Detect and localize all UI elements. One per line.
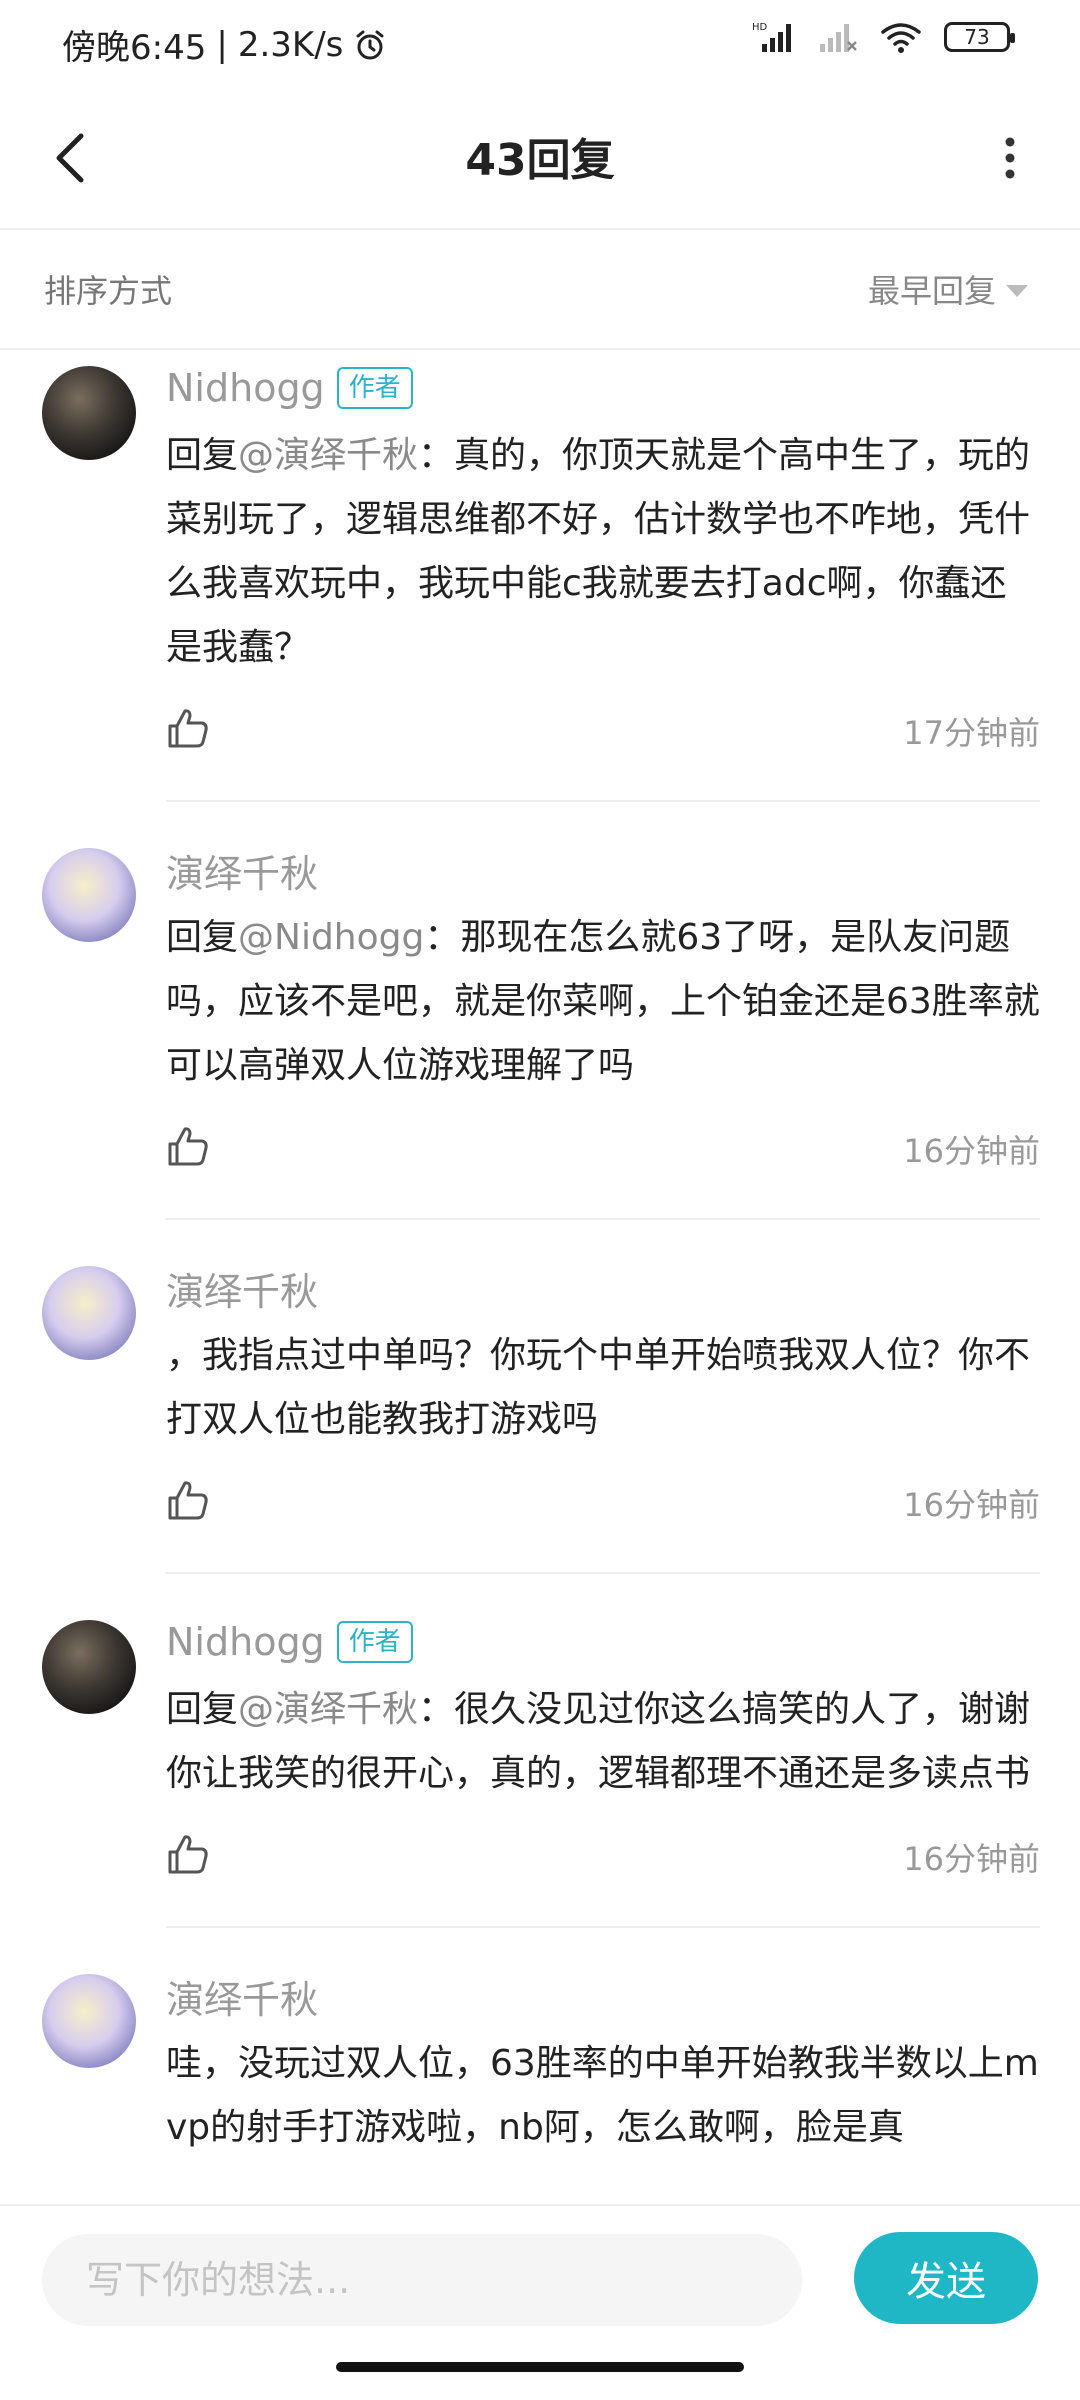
comment-time: 16分钟前 [903,1486,1040,1524]
avatar[interactable] [42,1620,136,1714]
avatar[interactable] [42,1266,136,1360]
reply-prefix: 回复 [166,917,239,958]
signal-icon [820,24,857,52]
alarm-icon [356,30,384,59]
status-left: 傍晚6:45 | 2.3K/s [62,20,387,69]
username[interactable]: Nidhogg [166,366,325,410]
author-badge: 作者 [336,1621,413,1663]
username[interactable]: 演绎千秋 [166,1969,318,2024]
author-badge: 作者 [336,367,413,409]
username[interactable]: 演绎千秋 [166,1261,318,1316]
sort-selected-value: 最早回复 [867,272,996,310]
avatar[interactable] [42,848,136,942]
home-indicator[interactable] [336,2362,744,2372]
comment-header: 演绎千秋 [166,1260,1040,1316]
sort-bar: 排序方式 最早回复 [0,230,1080,350]
network-speed: 2.3K/s [237,24,344,65]
comment-meta: 17分钟前 [166,700,1040,760]
comment-header: 演绎千秋 [166,842,1040,898]
avatar[interactable] [42,366,136,460]
nav-bar: 43回复 [0,84,1080,230]
avatar[interactable] [42,1974,136,2068]
reply-prefix: 回复 [166,1689,239,1730]
caret-down-icon [1006,285,1028,297]
sort-label: 排序方式 [44,272,173,310]
thumbs-up-icon[interactable] [166,706,210,750]
thumbs-up-icon[interactable] [166,1478,210,1522]
comment-time: 17分钟前 [903,714,1040,752]
battery-icon: 73 [944,22,1015,52]
status-time: 傍晚6:45 [62,28,207,68]
comment-meta: 16分钟前 [166,1826,1040,1886]
comment-text[interactable]: ，我指点过中单吗？你玩个中单开始喷我双人位？你不打双人位也能教我打游戏吗 [166,1324,1040,1452]
mention-link[interactable]: @Nidhogg [238,917,424,958]
more-options-button[interactable] [980,118,1040,198]
comment-header: Nidhogg 作者 [166,1614,1040,1670]
more-vertical-icon [1005,137,1015,179]
comment-body: 哇，没玩过双人位，63胜率的中单开始教我半数以上mvp的射手打游戏啦，nb阿，怎… [166,2043,1039,2148]
comment-item: 演绎千秋 ，我指点过中单吗？你玩个中单开始喷我双人位？你不打双人位也能教我打游戏… [0,1220,1080,1574]
battery-level: 73 [964,25,990,49]
comment-header: Nidhogg 作者 [166,360,1040,416]
comment-item: 演绎千秋 哇，没玩过双人位，63胜率的中单开始教我半数以上mvp的射手打游戏啦，… [0,1928,1080,2160]
comment-body: ，我指点过中单吗？你玩个中单开始喷我双人位？你不打双人位也能教我打游戏吗 [166,1335,1031,1440]
comment-time: 16分钟前 [903,1132,1040,1170]
comment-time: 16分钟前 [903,1840,1040,1878]
page-title: 43回复 [465,135,615,186]
comment-item: Nidhogg 作者 回复@演绎千秋：很久没见过你这么搞笑的人了，谢谢你让我笑的… [0,1574,1080,1928]
wifi-icon [881,23,921,53]
reply-input-bar: 发送 [0,2204,1080,2356]
svg-text:HD: HD [752,22,768,33]
comment-text[interactable]: 回复@Nidhogg：那现在怎么就63了呀，是队友问题吗，应该不是吧，就是你菜啊… [166,906,1040,1098]
sort-dropdown[interactable]: 最早回复 [868,266,1028,312]
mention-link[interactable]: @演绎千秋 [238,1689,418,1730]
thumbs-up-icon[interactable] [166,1832,210,1876]
comment-input[interactable] [42,2234,802,2326]
hd-signal-icon: HD [752,22,791,52]
comment-meta: 16分钟前 [166,1472,1040,1532]
comment-meta: 16分钟前 [166,1118,1040,1178]
status-separator: | [216,24,228,65]
username[interactable]: 演绎千秋 [166,843,318,898]
comment-header: 演绎千秋 [166,1968,1040,2024]
status-bar: 傍晚6:45 | 2.3K/s HD 73 [0,0,1080,84]
send-button[interactable]: 发送 [854,2232,1038,2324]
comment-item: Nidhogg 作者 回复@演绎千秋：真的，你顶天就是个高中生了，玩的菜别玩了，… [0,350,1080,802]
status-right: HD 73 [752,20,1015,54]
comment-item: 演绎千秋 回复@Nidhogg：那现在怎么就63了呀，是队友问题吗，应该不是吧，… [0,802,1080,1220]
comment-text[interactable]: 回复@演绎千秋：很久没见过你这么搞笑的人了，谢谢你让我笑的很开心，真的，逻辑都理… [166,1678,1040,1806]
thumbs-up-icon[interactable] [166,1124,210,1168]
mention-link[interactable]: @演绎千秋 [238,435,418,476]
comment-text[interactable]: 回复@演绎千秋：真的，你顶天就是个高中生了，玩的菜别玩了，逻辑思维都不好，估计数… [166,424,1040,680]
comment-list[interactable]: Nidhogg 作者 回复@演绎千秋：真的，你顶天就是个高中生了，玩的菜别玩了，… [0,350,1080,2204]
username[interactable]: Nidhogg [166,1620,325,1664]
reply-prefix: 回复 [166,435,239,476]
comment-text[interactable]: 哇，没玩过双人位，63胜率的中单开始教我半数以上mvp的射手打游戏啦，nb阿，怎… [166,2032,1040,2160]
